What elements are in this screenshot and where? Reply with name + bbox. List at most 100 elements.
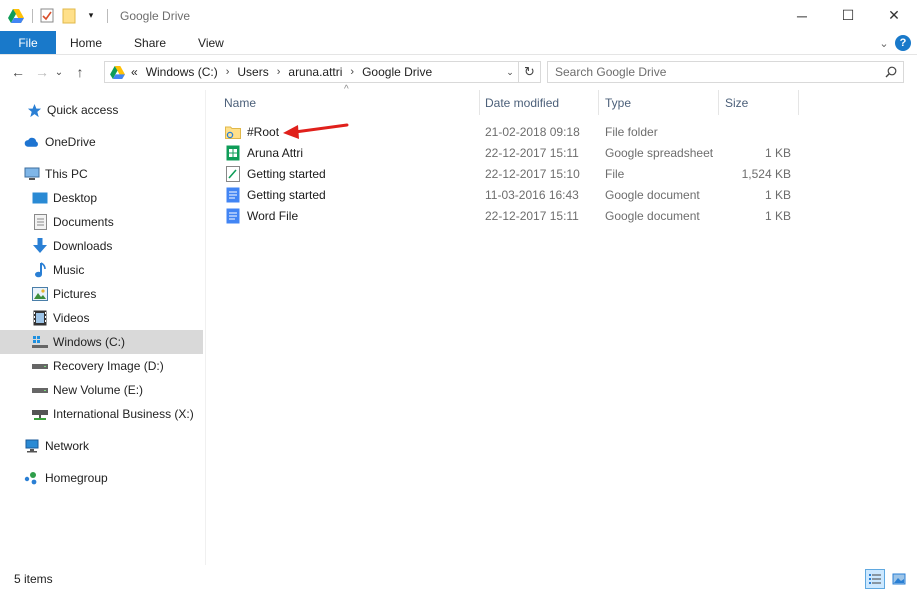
address-dropdown-button[interactable]: ⌄	[502, 62, 518, 82]
breadcrumb-windows-c[interactable]: Windows (C:)	[146, 65, 218, 79]
tab-share[interactable]: Share	[118, 31, 182, 54]
pictures-icon	[32, 286, 48, 302]
nav-recovery-d[interactable]: Recovery Image (D:)	[0, 354, 203, 378]
file-type: Google document	[605, 187, 700, 202]
nav-this-pc[interactable]: This PC	[0, 162, 203, 186]
search-input[interactable]	[555, 65, 879, 79]
column-header-size[interactable]: Size	[725, 90, 748, 115]
file-row[interactable]: Aruna Attri 22-12-2017 15:11 Google spre…	[211, 142, 791, 163]
nav-documents[interactable]: Documents	[0, 210, 203, 234]
large-icons-view-icon	[892, 573, 906, 585]
nav-label: Recovery Image (D:)	[53, 359, 164, 373]
refresh-button[interactable]: ↻	[518, 62, 540, 82]
google-sheets-icon	[225, 145, 241, 161]
drive-c-icon	[32, 334, 48, 350]
star-icon	[26, 102, 42, 118]
nav-label: International Business (X:)	[53, 407, 194, 421]
item-count: 5 items	[14, 572, 53, 586]
up-button[interactable]: ↑	[70, 62, 90, 82]
recent-locations-button[interactable]: ⌄	[52, 62, 66, 82]
search-box[interactable]	[547, 61, 904, 83]
file-date: 22-12-2017 15:11	[485, 145, 579, 160]
large-icons-view-button[interactable]	[889, 569, 909, 589]
nav-music[interactable]: Music	[0, 258, 203, 282]
back-button[interactable]: ←	[8, 62, 28, 82]
ribbon-tabs: File Home Share View ⌄ ?	[0, 31, 917, 55]
column-header-name[interactable]: Name	[224, 90, 256, 115]
file-name: Aruna Attri	[247, 145, 304, 160]
nav-label: Desktop	[53, 191, 98, 205]
sync-folder-icon	[225, 124, 241, 140]
file-row[interactable]: Getting started 11-03-2016 16:43 Google …	[211, 184, 791, 205]
navigation-bar: ← → ⌄ ↑ « Windows (C:) › Users › aruna.a…	[0, 56, 917, 88]
status-bar: 5 items	[0, 567, 917, 591]
column-divider[interactable]	[798, 90, 799, 115]
nav-pictures[interactable]: Pictures	[0, 282, 203, 306]
properties-icon[interactable]	[39, 8, 55, 24]
file-icon	[225, 165, 241, 182]
nav-downloads[interactable]: Downloads	[0, 234, 203, 258]
file-size: 1 KB	[764, 145, 791, 160]
computer-icon	[24, 166, 40, 182]
nav-videos[interactable]: Videos	[0, 306, 203, 330]
forward-button[interactable]: →	[32, 62, 52, 82]
nav-label: Documents	[53, 215, 114, 229]
google-drive-icon	[8, 8, 24, 24]
nav-label: New Volume (E:)	[53, 383, 144, 397]
network-icon	[24, 438, 40, 454]
sort-ascending-icon: ^	[344, 84, 349, 95]
nav-label: Homegroup	[45, 471, 108, 485]
breadcrumb-users[interactable]: Users	[237, 65, 268, 79]
nav-homegroup[interactable]: Homegroup	[0, 466, 203, 490]
column-divider[interactable]	[718, 90, 719, 115]
close-button[interactable]: ✕	[871, 0, 917, 31]
column-divider[interactable]	[479, 90, 480, 115]
file-type: File	[605, 166, 625, 181]
new-folder-icon[interactable]	[61, 8, 77, 24]
breadcrumb-overflow[interactable]: «	[131, 65, 138, 79]
breadcrumb-separator[interactable]: ›	[350, 66, 354, 78]
column-header-date[interactable]: Date modified	[485, 90, 559, 115]
title-bar: ▾ Google Drive ─ ☐ ✕	[0, 0, 917, 31]
file-row[interactable]: Word File 22-12-2017 15:11 Google docume…	[211, 205, 791, 226]
nav-label: Pictures	[53, 287, 97, 301]
file-name: Getting started	[247, 166, 326, 181]
file-row[interactable]: Getting started 22-12-2017 15:10 File 1,…	[211, 163, 791, 184]
nav-label: This PC	[45, 167, 88, 181]
nav-label: Videos	[53, 311, 90, 325]
nav-onedrive[interactable]: OneDrive	[0, 130, 203, 154]
breadcrumb-google-drive[interactable]: Google Drive	[362, 65, 432, 79]
column-divider[interactable]	[598, 90, 599, 115]
breadcrumb-aruna-attri[interactable]: aruna.attri	[288, 65, 342, 79]
details-view-button[interactable]	[865, 569, 885, 589]
tab-home[interactable]: Home	[56, 31, 118, 54]
nav-label: Downloads	[53, 239, 113, 253]
column-header-type[interactable]: Type	[605, 90, 631, 115]
nav-desktop[interactable]: Desktop	[0, 186, 203, 210]
maximize-button[interactable]: ☐	[825, 0, 871, 31]
nav-international-business-x[interactable]: International Business (X:)	[0, 402, 203, 426]
nav-windows-c[interactable]: Windows (C:)	[0, 330, 203, 354]
nav-label: OneDrive	[45, 135, 96, 149]
address-bar[interactable]: « Windows (C:) › Users › aruna.attri › G…	[104, 61, 541, 83]
nav-label: Music	[53, 263, 85, 277]
file-name: Word File	[247, 208, 299, 223]
toolbar-separator	[107, 8, 108, 23]
search-icon[interactable]	[879, 66, 903, 78]
help-icon[interactable]: ?	[895, 35, 911, 51]
customize-toolbar-icon[interactable]: ▾	[83, 8, 99, 24]
tab-view[interactable]: View	[182, 31, 240, 54]
documents-icon	[32, 214, 48, 230]
videos-icon	[32, 310, 48, 326]
file-size: 1 KB	[764, 187, 791, 202]
expand-ribbon-icon[interactable]: ⌄	[873, 37, 895, 50]
nav-network[interactable]: Network	[0, 434, 203, 458]
tab-file[interactable]: File	[0, 31, 56, 54]
nav-quick-access[interactable]: Quick access	[0, 98, 203, 122]
breadcrumb-separator[interactable]: ›	[226, 66, 230, 78]
file-date: 22-12-2017 15:11	[485, 208, 579, 223]
breadcrumb-separator[interactable]: ›	[277, 66, 281, 78]
minimize-button[interactable]: ─	[779, 0, 825, 31]
nav-new-volume-e[interactable]: New Volume (E:)	[0, 378, 203, 402]
file-size: 1,524 KB	[741, 166, 791, 181]
